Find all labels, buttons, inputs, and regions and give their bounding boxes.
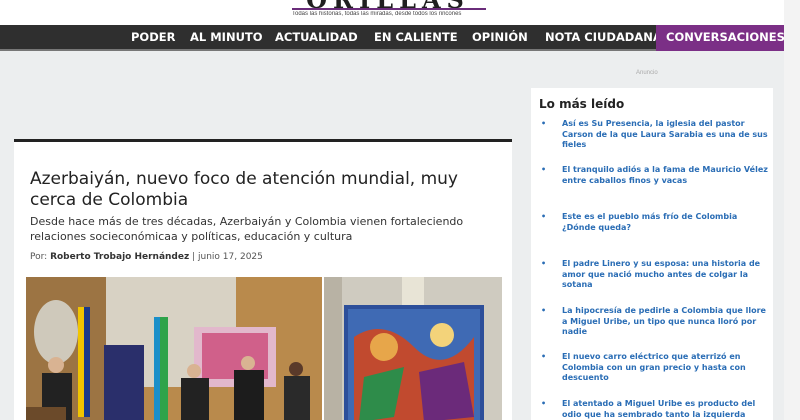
article-photo-ceremony [26,277,322,420]
bullet-icon: • [541,165,547,174]
bullet-icon: • [541,259,547,268]
most-read-item[interactable]: • El tranquilo adiós a la fama de Mauric… [539,165,769,186]
article-card: Azerbaiyán, nuevo foco de atención mundi… [14,139,512,420]
byline-separator: | [192,252,196,262]
site-header: ORILLAS Todas las historias, todas las m… [0,0,800,25]
most-read-item[interactable]: • Este es el pueblo más frío de Colombia… [539,212,769,233]
author-link[interactable]: Roberto Trobajo Hernández [50,252,189,262]
sidebar-title: Lo más leído [539,97,625,111]
article-summary: Desde hace más de tres décadas, Azerbaiy… [30,215,464,243]
most-read-item[interactable]: • El nuevo carro eléctrico que aterrizó … [539,352,769,384]
most-read-sidebar: Lo más leído • Así es Su Presencia, la i… [531,88,773,420]
ad-label: Anuncio [636,70,658,76]
most-read-item[interactable]: • Así es Su Presencia, la iglesia del pa… [539,119,769,151]
most-read-item[interactable]: • El atentado a Miguel Uribe es producto… [539,399,769,420]
bullet-icon: • [541,212,547,221]
site-tagline: Todas las historias, todas las miradas, … [292,11,462,17]
main-nav: PODER AL MINUTO ACTUALIDAD EN CALIENTE O… [0,25,795,51]
ceremony-illustration [26,277,322,420]
nav-item-nota-ciudadana[interactable]: NOTA CIUDADANA [545,25,662,49]
bullet-icon: • [541,306,547,315]
article-headline[interactable]: Azerbaiyán, nuevo foco de atención mundi… [30,169,500,211]
bullet-icon: • [541,399,547,408]
nav-item-actualidad[interactable]: ACTUALIDAD [275,25,358,49]
article-byline: Por: Roberto Trobajo Hernández | junio 1… [30,252,263,262]
publish-date: junio 17, 2025 [198,252,263,262]
most-read-item[interactable]: • El padre Linero y su esposa: una histo… [539,259,769,291]
painting-illustration [324,277,502,420]
byline-prefix: Por: [30,252,48,262]
nav-item-en-caliente[interactable]: EN CALIENTE [374,25,458,49]
bullet-icon: • [541,352,547,361]
nav-item-al-minuto[interactable]: AL MINUTO [190,25,263,49]
nav-item-conversaciones[interactable]: CONVERSACIONES [656,25,795,51]
page-scrollbar[interactable] [784,0,800,420]
nav-item-opinion[interactable]: OPINIÓN [472,25,528,49]
logo-underline [292,8,486,10]
article-photo-painting [324,277,502,420]
nav-item-poder[interactable]: PODER [131,25,175,49]
bullet-icon: • [541,119,547,128]
most-read-item[interactable]: • La hipocresía de pedirle a Colombia qu… [539,306,769,338]
